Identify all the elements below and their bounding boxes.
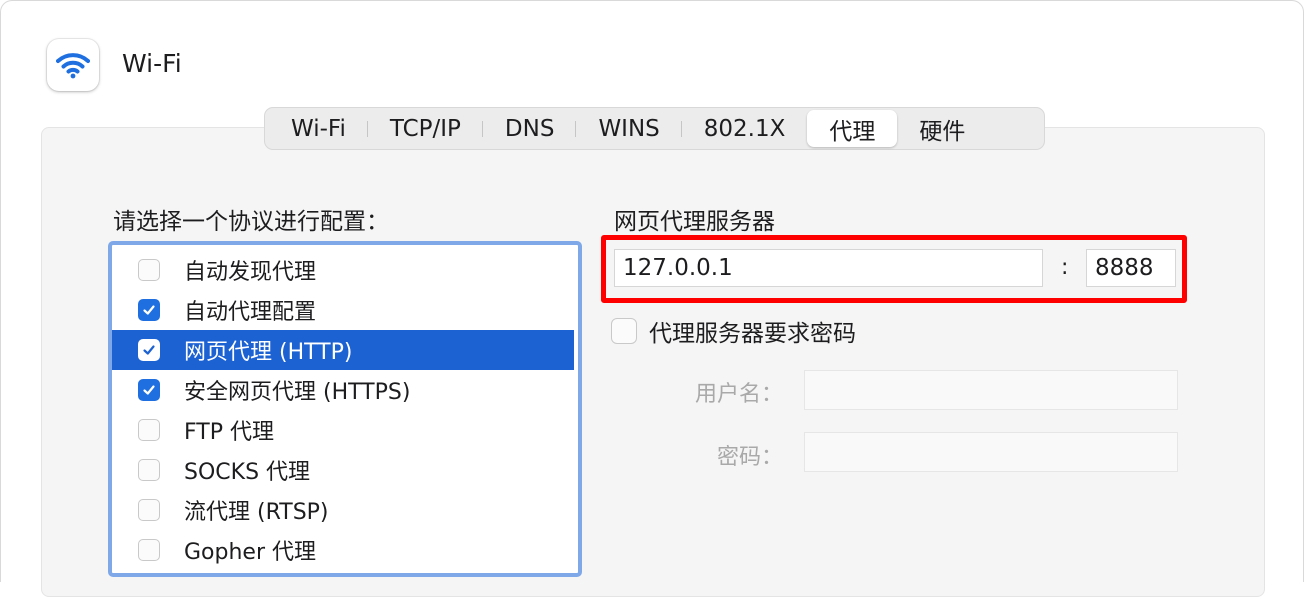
wifi-icon xyxy=(47,39,99,91)
password-required-row[interactable]: 代理服务器要求密码 xyxy=(611,314,856,348)
list-item-label: FTP 代理 xyxy=(184,420,274,445)
checkbox[interactable] xyxy=(138,259,160,281)
tab-wifi[interactable]: Wi-Fi xyxy=(269,110,368,147)
list-item-auto-discovery[interactable]: 自动发现代理 xyxy=(112,250,574,290)
protocol-list-label: 请选择一个协议进行配置： xyxy=(113,209,389,235)
list-item-label: SOCKS 代理 xyxy=(184,460,311,485)
checkbox[interactable] xyxy=(138,379,160,401)
tab-dns[interactable]: DNS xyxy=(483,110,577,147)
checkbox[interactable] xyxy=(138,299,160,321)
window-title: Wi-Fi xyxy=(122,49,182,78)
list-item-label: Gopher 代理 xyxy=(184,540,316,565)
checkmark-icon xyxy=(143,345,155,355)
checkbox[interactable] xyxy=(138,539,160,561)
checkmark-icon xyxy=(143,385,155,395)
tab-proxy[interactable]: 代理 xyxy=(807,110,898,147)
tab-tcpip[interactable]: TCP/IP xyxy=(368,110,483,147)
list-item-rtsp[interactable]: 流代理 (RTSP) xyxy=(112,490,574,530)
host-port-separator: : xyxy=(1061,255,1069,280)
checkbox[interactable] xyxy=(138,419,160,441)
password-required-checkbox[interactable] xyxy=(611,318,637,344)
checkbox[interactable] xyxy=(138,339,160,361)
network-settings-window: Wi-Fi Wi-Fi TCP/IP DNS WINS 802.1X 代理 硬件… xyxy=(0,0,1304,597)
checkbox[interactable] xyxy=(138,499,160,521)
tab-8021x[interactable]: 802.1X xyxy=(682,110,808,147)
checkmark-icon xyxy=(143,305,155,315)
proxy-server-label: 网页代理服务器 xyxy=(614,209,775,235)
protocol-list: 自动发现代理 自动代理配置 网页代理 (HTTP) 安全网页代理 (HTTPS)… xyxy=(108,241,582,577)
tab-wins[interactable]: WINS xyxy=(576,110,683,147)
list-item-label: 安全网页代理 (HTTPS) xyxy=(184,380,411,405)
password-label: 密码： xyxy=(716,445,783,470)
list-item-gopher[interactable]: Gopher 代理 xyxy=(112,530,574,570)
proxy-host-input[interactable]: 127.0.0.1 xyxy=(614,249,1043,287)
list-item-auto-config[interactable]: 自动代理配置 xyxy=(112,290,574,330)
password-required-label: 代理服务器要求密码 xyxy=(649,321,856,347)
list-item-label: 自动发现代理 xyxy=(184,260,317,285)
list-item-label: 流代理 (RTSP) xyxy=(184,500,329,525)
proxy-port-input[interactable]: 8888 xyxy=(1086,249,1176,287)
tab-bar: Wi-Fi TCP/IP DNS WINS 802.1X 代理 硬件 xyxy=(264,107,1045,150)
username-label: 用户名： xyxy=(694,382,783,407)
password-input[interactable] xyxy=(804,432,1178,472)
list-item-label: 网页代理 (HTTP) xyxy=(184,340,353,365)
list-item-socks[interactable]: SOCKS 代理 xyxy=(112,450,574,490)
list-item-ftp[interactable]: FTP 代理 xyxy=(112,410,574,450)
list-item-http[interactable]: 网页代理 (HTTP) xyxy=(112,330,574,370)
list-item-https[interactable]: 安全网页代理 (HTTPS) xyxy=(112,370,574,410)
list-item-label: 自动代理配置 xyxy=(184,300,317,325)
checkbox[interactable] xyxy=(138,459,160,481)
username-input[interactable] xyxy=(804,370,1178,410)
tab-hardware[interactable]: 硬件 xyxy=(897,110,987,147)
